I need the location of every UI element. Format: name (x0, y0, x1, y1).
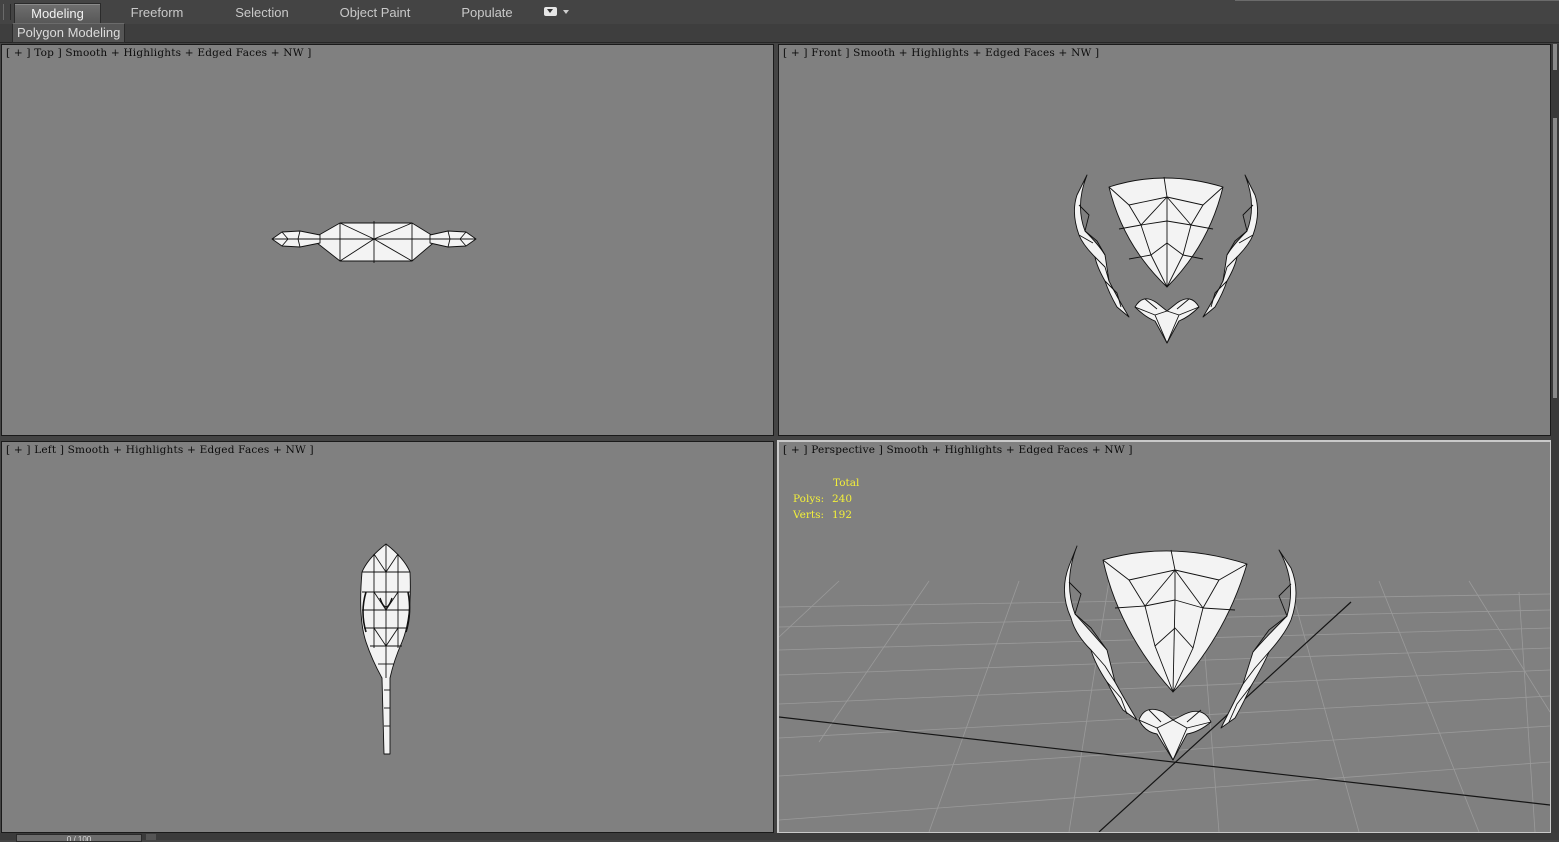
ribbon-panel-strip (0, 24, 1559, 43)
time-slider[interactable]: 0 / 100 (16, 834, 142, 842)
ribbon-divider (1235, 0, 1559, 1)
tab-modeling[interactable]: Modeling (14, 3, 101, 23)
mesh-top-center-body (311, 222, 439, 262)
mesh-side-profile (360, 543, 411, 755)
time-slider-next-button[interactable] (146, 834, 156, 840)
mesh-shield-body (1108, 177, 1224, 288)
viewport-left[interactable]: [ + ] Left ] Smooth + Highlights + Edged… (1, 441, 774, 833)
viewport-top[interactable]: [ + ] Top ] Smooth + Highlights + Edged … (1, 44, 774, 436)
viewport-perspective[interactable]: [ + ] Perspective ] Smooth + Highlights … (777, 440, 1552, 834)
ribbon-grip-handle[interactable] (3, 4, 11, 20)
top-view-mesh (271, 221, 477, 263)
tab-freeform[interactable]: Freeform (118, 3, 196, 22)
ribbon-tab-bar: Modeling Freeform Selection Object Paint… (0, 0, 1559, 25)
ribbon-options-button[interactable] (544, 7, 570, 19)
mesh-heart-ornament (1134, 298, 1200, 344)
front-view-mesh (1074, 174, 1258, 344)
ribbon-minimize-icon (544, 7, 557, 16)
chevron-down-icon (563, 10, 569, 14)
viewport-front[interactable]: [ + ] Front ] Smooth + Highlights + Edge… (778, 44, 1551, 436)
command-panel-scrollbar[interactable] (1551, 44, 1559, 836)
perspective-scene (779, 545, 1550, 832)
tab-populate[interactable]: Populate (450, 3, 524, 22)
tab-object-paint[interactable]: Object Paint (331, 3, 419, 22)
scrollbar-thumb[interactable] (1553, 44, 1557, 70)
polygon-modeling-panel-button[interactable]: Polygon Modeling (12, 23, 126, 43)
mesh-heart-ornament (1138, 708, 1212, 761)
scrollbar-thumb[interactable] (1553, 118, 1557, 398)
left-view-mesh (360, 543, 411, 755)
time-slider-bar: 0 / 100 (0, 833, 1559, 842)
tab-selection[interactable]: Selection (222, 3, 302, 22)
